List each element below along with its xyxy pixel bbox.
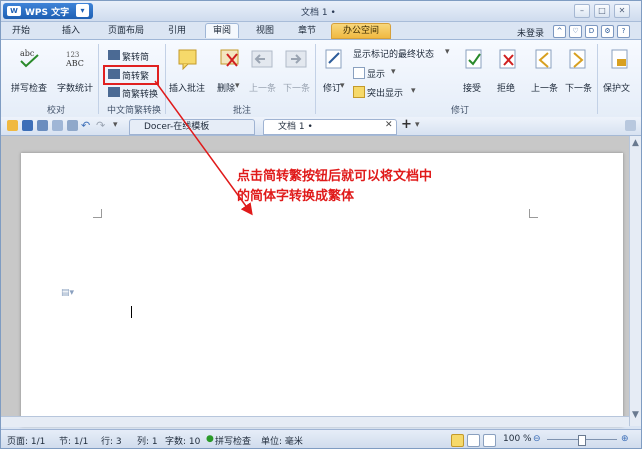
zoom-out-icon[interactable]: ⊖ [533, 434, 541, 444]
wps-window: W WPS 文字 ▾ 文档 1 • – □ ✕ 开始 插入 页面布局 引用 审阅… [0, 0, 642, 449]
section-indicator: 节: 1/1 [59, 437, 89, 447]
spell-status-icon: ● [206, 434, 214, 444]
annotation-arrow [154, 80, 253, 216]
line-indicator: 行: 3 [101, 437, 122, 447]
zoom-in-icon[interactable]: ⊕ [621, 434, 629, 444]
column-indicator: 列: 1 [137, 437, 158, 447]
page-indicator[interactable]: 页面: 1/1 [7, 434, 45, 447]
web-view-icon[interactable] [483, 434, 496, 447]
status-bar: 页面: 1/1 节: 1/1 行: 3 列: 1 字数: 10 ● 拼写检查 单… [1, 429, 641, 448]
outline-view-icon[interactable] [467, 434, 480, 447]
zoom-level[interactable]: 100 % [503, 434, 532, 444]
unit-indicator: 单位: 毫米 [261, 437, 303, 447]
page-view-icon[interactable] [451, 434, 464, 447]
zoom-slider-thumb[interactable] [578, 435, 586, 446]
word-count[interactable]: 字数: 10 [165, 434, 200, 447]
spell-check-status[interactable]: 拼写检查 [215, 434, 251, 447]
